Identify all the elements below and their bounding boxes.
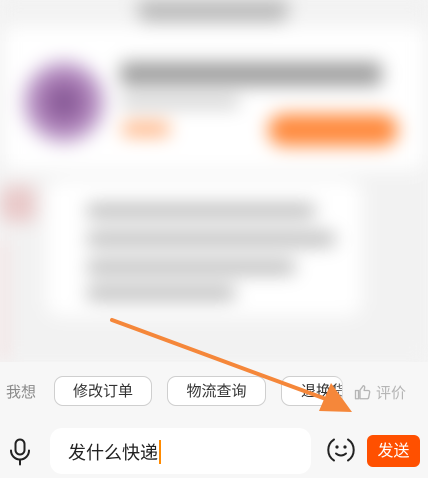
blurred-text-line — [86, 204, 316, 218]
quick-reply-logistics[interactable]: 物流查询 — [167, 376, 266, 406]
text-caret — [159, 440, 161, 464]
blurred-text-line — [86, 286, 236, 300]
message-input-text: 发什么快递 — [68, 440, 161, 465]
blurred-header — [138, 0, 288, 22]
microphone-icon[interactable] — [8, 438, 32, 466]
thumbs-up-icon — [354, 385, 371, 400]
message-input-value: 发什么快递 — [68, 443, 158, 464]
blurred-message-bubble — [46, 180, 362, 316]
blurred-text-line — [86, 260, 296, 274]
blurred-product-subtitle — [120, 96, 240, 108]
blurred-product-title — [120, 62, 382, 86]
blurred-product-button — [268, 114, 398, 146]
blurred-product-price — [122, 122, 170, 136]
blurred-edge — [0, 240, 6, 360]
chat-screen: 我想 修改订单 物流查询 退换货 评价 发什么快递 发送 — [0, 0, 428, 478]
composer-bar: 发什么快递 发送 — [0, 422, 428, 478]
blurred-chat-history — [0, 0, 428, 362]
emoji-face-icon[interactable] — [327, 436, 355, 464]
quick-reply-label: 我想 — [6, 383, 37, 401]
send-button[interactable]: 发送 — [367, 435, 420, 467]
blurred-product-image — [22, 60, 106, 144]
blurred-text-line — [86, 232, 336, 246]
rate-button[interactable]: 评价 — [354, 381, 406, 403]
message-input[interactable]: 发什么快递 — [50, 428, 311, 474]
rate-label: 评价 — [376, 383, 407, 402]
quick-reply-modify-order[interactable]: 修改订单 — [54, 376, 152, 406]
quick-reply-bar: 我想 修改订单 物流查询 退换货 评价 — [0, 362, 428, 422]
blurred-avatar — [0, 186, 36, 222]
